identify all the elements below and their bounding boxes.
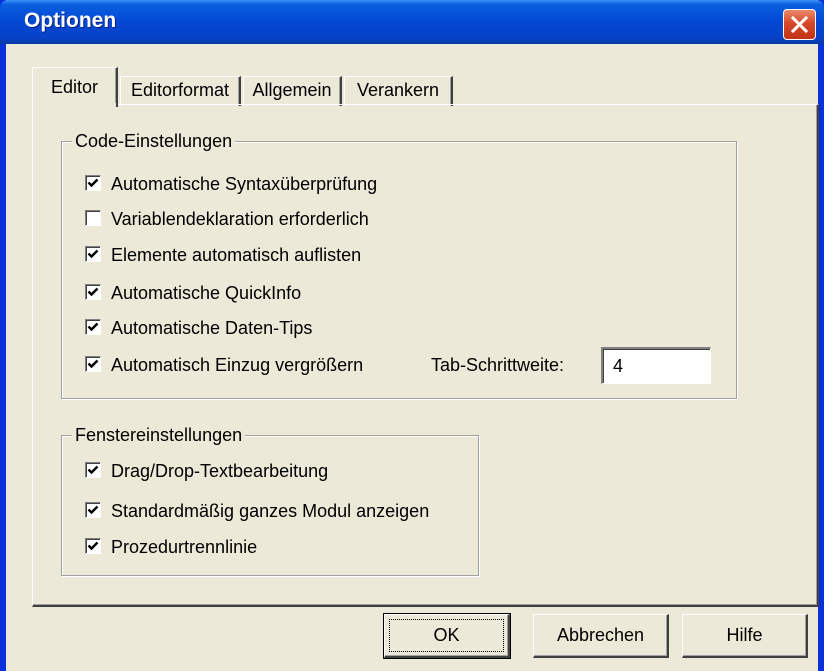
checkbox-box[interactable]: [85, 246, 101, 262]
tab-editorformat[interactable]: Editorformat: [120, 76, 241, 106]
check-icon: [87, 359, 99, 369]
checkbox-label: Prozedurtrennlinie: [111, 537, 258, 557]
checkbox-box[interactable]: [85, 356, 101, 372]
check-icon: [87, 541, 99, 551]
checkbox-label: Standardmäßig ganzes Modul anzeigen: [111, 501, 430, 521]
options-dialog: Optionen Editor Editorformat Allgemein V…: [0, 0, 824, 671]
checkbox-label: Automatische QuickInfo: [111, 283, 302, 303]
focus-rect: [389, 619, 504, 652]
checkbox-box[interactable]: [85, 319, 101, 335]
checkbox-box[interactable]: [85, 210, 101, 226]
cancel-button-label: Abbrechen: [556, 625, 645, 645]
title-bar[interactable]: Optionen: [0, 0, 824, 44]
check-icon: [87, 178, 99, 188]
checkbox-label: Automatische Syntaxüberprüfung: [111, 174, 378, 194]
check-icon: [87, 287, 99, 297]
help-button[interactable]: Hilfe: [682, 614, 808, 658]
window-settings-legend: Fenstereinstellungen: [72, 424, 246, 446]
window-title: Optionen: [24, 9, 117, 32]
tab-width-label: Tab-Schrittweite:: [431, 355, 565, 375]
tab-verankern-label: Verankern: [356, 80, 440, 100]
checkbox-box[interactable]: [85, 462, 101, 478]
cancel-button[interactable]: Abbrechen: [533, 614, 669, 658]
ok-button[interactable]: OK: [383, 613, 511, 659]
active-tab-join: [36, 103, 116, 107]
tab-editor-label: Editor: [50, 77, 99, 97]
check-icon: [87, 322, 99, 332]
check-icon: [87, 465, 99, 475]
check-icon: [87, 249, 99, 259]
check-icon: [87, 505, 99, 515]
checkbox-label: Variablendeklaration erforderlich: [111, 209, 369, 229]
tab-editorformat-label: Editorformat: [130, 80, 230, 100]
checkbox-box[interactable]: [85, 502, 101, 518]
checkbox-label: Automatische Daten-Tips: [111, 318, 313, 338]
checkbox-box[interactable]: [85, 284, 101, 300]
tab-allgemein[interactable]: Allgemein: [243, 76, 342, 106]
help-button-label: Hilfe: [726, 625, 763, 645]
checkbox-label: Elemente automatisch auflisten: [111, 245, 362, 265]
close-icon: [791, 16, 808, 33]
tab-width-input[interactable]: [601, 347, 711, 384]
checkbox-box[interactable]: [85, 538, 101, 554]
checkbox-label: Drag/Drop-Textbearbeitung: [111, 461, 329, 481]
tab-editor[interactable]: Editor: [32, 67, 118, 107]
checkbox-box[interactable]: [85, 175, 101, 191]
close-button[interactable]: [783, 9, 816, 40]
tab-allgemein-label: Allgemein: [252, 80, 332, 100]
tab-verankern[interactable]: Verankern: [344, 76, 453, 106]
checkbox-label: Automatisch Einzug vergrößern: [111, 355, 364, 375]
code-settings-legend: Code-Einstellungen: [72, 130, 236, 152]
